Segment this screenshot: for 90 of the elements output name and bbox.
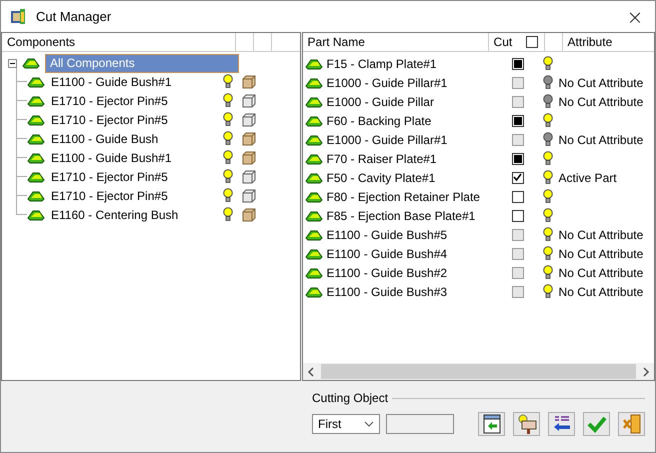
attribute-text: No Cut Attribute [558,76,644,90]
part-name: E1100 - Guide Bush#5 [326,228,448,242]
attribute-text: No Cut Attribute [558,94,644,108]
part-icon [304,248,323,260]
tree-item[interactable]: All Components [45,54,239,72]
tree-item[interactable]: E1160 - Centering Bush [51,208,217,222]
scroll-right-icon [642,366,650,376]
part-icon [304,266,323,278]
part-name: E1000 - Guide Pillar#1 [326,132,448,146]
cube-icon [242,208,256,222]
cube-icon [242,170,256,184]
dropdown[interactable]: First [312,414,380,434]
part-icon [27,170,45,182]
cube-icon [242,132,256,146]
part-icon [27,208,45,220]
attribute-text: Active Part [558,170,617,184]
part-name: F70 - Raiser Plate#1 [326,152,437,166]
part-icon [304,96,323,108]
column-header[interactable]: Cut [494,33,512,51]
attribute-text: No Cut Attribute [558,132,644,146]
part-icon [304,228,323,240]
attribute-text: No Cut Attribute [558,228,644,242]
chevron-down-icon [364,421,374,427]
tree-item[interactable]: E1710 - Ejector Pin#5 [51,94,217,108]
tree-item[interactable]: E1710 - Ejector Pin#5 [51,188,217,202]
cube-icon [242,74,256,88]
cube-icon [242,94,256,108]
tree-item[interactable]: E1100 - Guide Bush [51,132,217,146]
part-icon [27,190,45,202]
attribute-text: No Cut Attribute [558,284,644,298]
checkbox[interactable] [512,114,524,126]
part-icon [304,152,323,164]
window-title: Cut Manager [36,9,112,24]
part-icon [27,152,45,164]
part-name: F60 - Backing Plate [326,114,432,128]
tree-item[interactable]: E1710 - Ejector Pin#5 [51,170,217,184]
checkbox[interactable] [512,210,524,222]
checkbox[interactable] [512,58,524,70]
column-header[interactable]: Attribute [562,33,654,51]
part-icon [27,132,45,144]
cube-icon [242,188,256,202]
part-name: E1100 - Guide Bush#3 [326,284,448,298]
part-icon [304,172,323,184]
part-name: E1000 - Guide Pillar#1 [326,76,448,90]
collapse-toggle[interactable] [8,58,17,68]
checkbox[interactable] [512,152,524,164]
attribute-text: No Cut Attribute [558,266,644,280]
input-field[interactable] [386,414,454,434]
part-name: F80 - Ejection Retainer Plate [326,190,480,204]
part-icon [304,134,323,146]
group-label: Cutting Object [312,391,388,405]
part-icon [304,210,323,222]
part-name: F50 - Cavity Plate#1 [326,170,436,184]
scroll-left-icon [306,366,315,376]
app-icon [10,8,28,26]
part-icon [27,114,45,126]
checkmark-icon [586,414,606,434]
part-icon [304,58,323,70]
tool-button[interactable] [478,412,505,436]
tree-item[interactable]: E1100 - Guide Bush#1 [51,150,217,164]
tool-button[interactable] [548,412,575,436]
part-name: E1000 - Guide Pillar [326,94,434,108]
tree-item[interactable]: E1100 - Guide Bush#1 [51,74,217,88]
horizontal-scrollbar[interactable] [302,363,654,380]
bulb-sign-icon [516,414,536,434]
part-icon [304,76,323,88]
exit-icon [622,414,642,434]
part-name: E1100 - Guide Bush#2 [326,266,448,280]
part-name: F85 - Ejection Base Plate#1 [326,208,476,222]
part-icon [304,190,323,202]
part-icon [304,114,323,126]
cube-icon [242,112,256,126]
attribute-text: No Cut Attribute [558,246,644,260]
tool-button[interactable] [513,412,540,436]
cube-icon [242,150,256,164]
checkbox[interactable] [526,36,538,48]
part-icon [304,286,323,298]
part-icon [27,76,45,88]
part-icon [27,94,45,106]
checkbox[interactable] [512,172,524,184]
part-name: E1100 - Guide Bush#4 [326,246,448,260]
close-button[interactable]: × [615,2,655,32]
scrollbar-thumb[interactable] [320,364,636,379]
part-icon [22,57,40,69]
list-arrow-icon [552,414,572,434]
checkbox[interactable] [512,190,524,202]
column-header[interactable]: Part Name [302,33,489,51]
tree-item[interactable]: E1710 - Ejector Pin#5 [51,112,217,126]
column-header[interactable]: Components [2,33,236,51]
part-name: F15 - Clamp Plate#1 [326,56,437,70]
